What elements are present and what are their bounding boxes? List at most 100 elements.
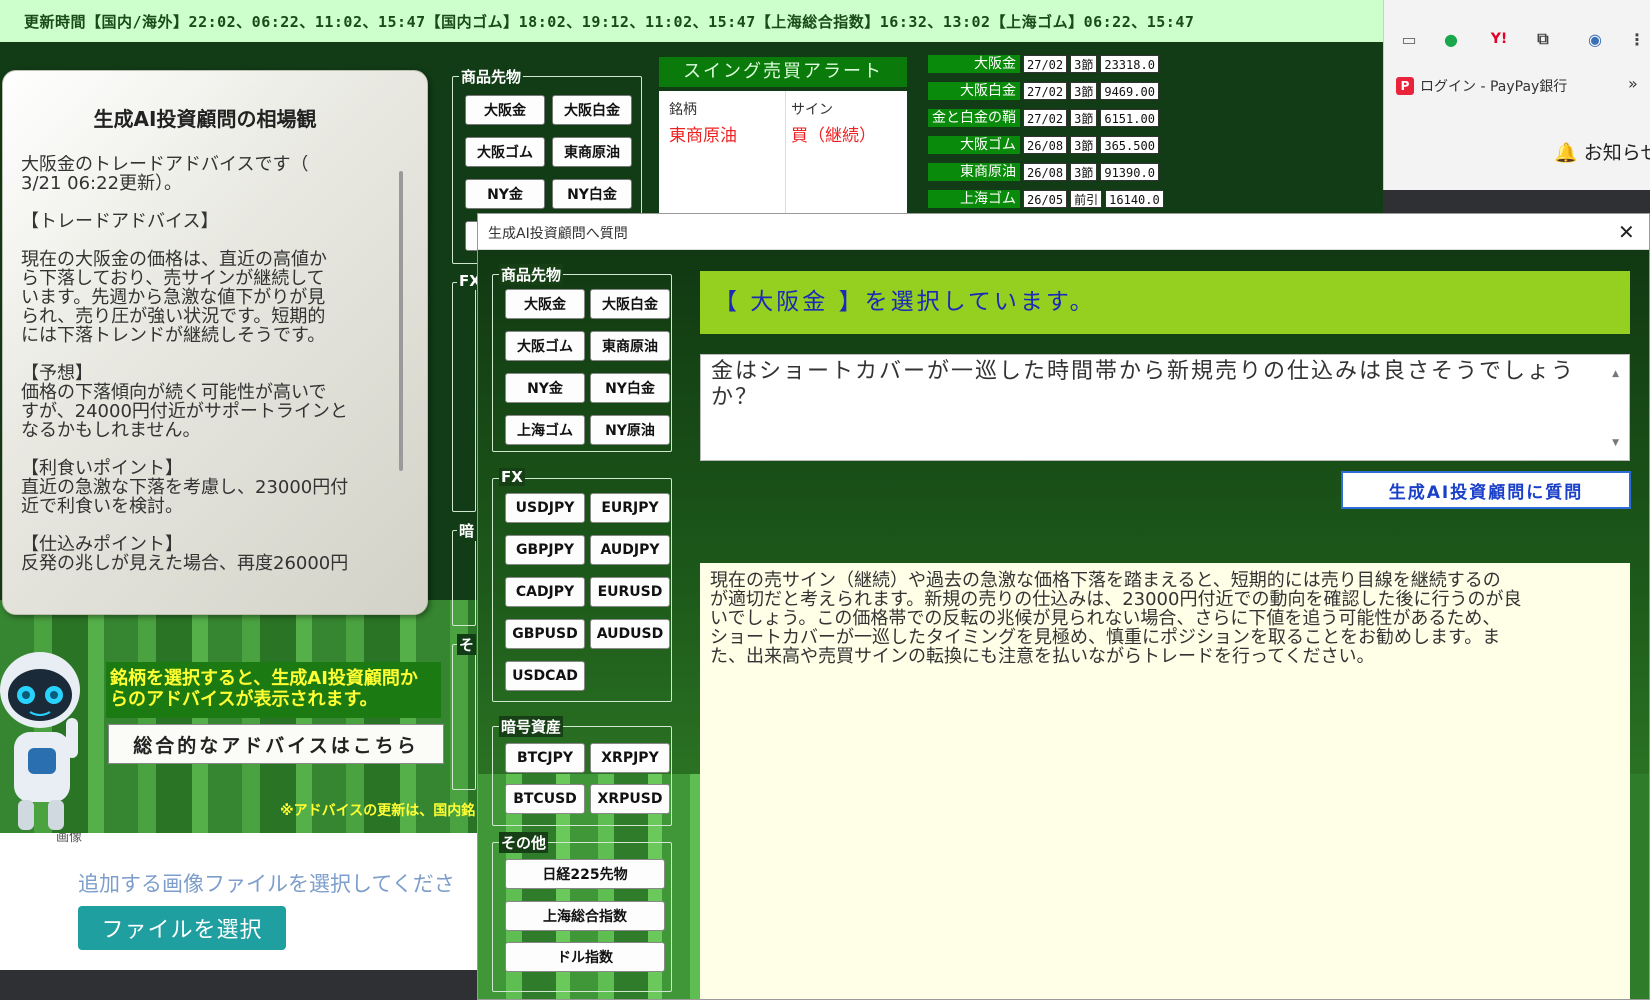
price-name: 大阪白金 bbox=[928, 82, 1020, 100]
price-row: 金と白金の鞘 27/02 3節 6151.00 bbox=[928, 109, 1159, 127]
share-icon[interactable]: ● bbox=[1438, 26, 1464, 52]
price-value: 365.500 bbox=[1100, 136, 1159, 154]
price-row: 大阪金 27/02 3節 23318.0 bbox=[928, 55, 1159, 73]
selected-symbol-banner: 【 大阪金 】を選択しています。 bbox=[700, 271, 1630, 334]
main-other-group: そ bbox=[452, 634, 477, 790]
alert-row-sign: 買（継続） bbox=[791, 126, 876, 146]
price-month: 27/02 bbox=[1023, 55, 1068, 73]
price-name: 東商原油 bbox=[928, 163, 1020, 181]
dialog-titlebar[interactable]: 生成AI投資顧問へ質問 ✕ bbox=[478, 214, 1649, 250]
main-other-group-label: そ bbox=[457, 634, 477, 655]
btn-gbpjpy[interactable]: GBPJPY bbox=[505, 535, 585, 565]
price-month: 27/02 bbox=[1023, 82, 1068, 100]
btn-osaka-platinum[interactable]: 大阪白金 bbox=[590, 289, 670, 319]
bookmark-paypay[interactable]: P ログイン - PayPay銀行 bbox=[1396, 76, 1567, 96]
price-row: 大阪ゴム 26/08 3節 365.500 bbox=[928, 136, 1159, 154]
main-crypto-group: 暗 bbox=[452, 520, 477, 626]
btn-usdjpy[interactable]: USDJPY bbox=[505, 493, 585, 523]
close-icon[interactable]: ✕ bbox=[1618, 220, 1635, 244]
btn-ny-crude[interactable]: NY原油 bbox=[590, 415, 670, 445]
notification-link[interactable]: 🔔 お知らせ bbox=[1554, 138, 1650, 165]
dialog-title: 生成AI投資顧問へ質問 bbox=[488, 226, 628, 242]
price-name: 大阪ゴム bbox=[928, 136, 1020, 154]
answer-textbox[interactable]: 現在の売サイン（継続）や過去の急激な価格下落を踏まえると、短期的には売り目線を継… bbox=[700, 563, 1630, 999]
overall-advice-button[interactable]: 総合的なアドバイスはこちら bbox=[108, 724, 444, 764]
btn-audusd[interactable]: AUDUSD bbox=[590, 619, 670, 649]
btn-eurusd[interactable]: EURUSD bbox=[590, 577, 670, 607]
price-month: 27/02 bbox=[1023, 109, 1068, 127]
main-btn-ny-platinum[interactable]: NY白金 bbox=[552, 179, 632, 209]
dialog-other-group: その他 日経225先物 上海総合指数 ドル指数 bbox=[492, 832, 672, 992]
bookmarks-more-button[interactable]: » bbox=[1628, 74, 1638, 93]
btn-ny-gold[interactable]: NY金 bbox=[505, 373, 585, 403]
price-row: 大阪白金 27/02 3節 9469.00 bbox=[928, 82, 1159, 100]
btn-gbpusd[interactable]: GBPUSD bbox=[505, 619, 585, 649]
dialog-commodity-label: 商品先物 bbox=[499, 264, 564, 285]
btn-shanghai-composite[interactable]: 上海総合指数 bbox=[505, 901, 665, 931]
advisor-body[interactable]: 大阪金のトレードアドバイスです（ 3/21 06:22更新）。 【トレードアドバ… bbox=[21, 155, 371, 595]
ask-advisor-button[interactable]: 生成AI投資顧問に質問 bbox=[1341, 471, 1631, 509]
alert-grid-line bbox=[785, 91, 786, 215]
btn-tocom-crude[interactable]: 東商原油 bbox=[590, 331, 670, 361]
scroll-down-icon[interactable]: ▼ bbox=[1612, 430, 1621, 456]
advisor-scrollbar[interactable] bbox=[399, 171, 403, 471]
profile-icon[interactable]: ◉ bbox=[1582, 26, 1608, 52]
dialog-fx-group: FX USDJPY EURJPY GBPJPY AUDJPY CADJPY EU… bbox=[492, 468, 672, 702]
swing-alert-table[interactable]: 銘柄 サイン 東商原油 買（継続） bbox=[659, 91, 907, 215]
scroll-up-icon[interactable]: ▲ bbox=[1612, 361, 1621, 387]
file-hint-text: 追加する画像ファイルを選択してくださ bbox=[78, 872, 455, 896]
menu-icon[interactable]: ⋮ bbox=[1624, 26, 1650, 52]
advice-instruction-label: 銘柄を選択すると、生成AI投資顧問か らのアドバイスが表示されます。 bbox=[110, 668, 418, 710]
btn-btcusd[interactable]: BTCUSD bbox=[505, 784, 585, 814]
update-note: ※アドバイスの更新は、国内銘 bbox=[280, 803, 476, 819]
btn-shanghai-rubber[interactable]: 上海ゴム bbox=[505, 415, 585, 445]
main-btn-osaka-gold[interactable]: 大阪金 bbox=[465, 95, 545, 125]
update-times-bar: 更新時間【国内/海外】22:02、06:22、11:02、15:47【国内ゴム】… bbox=[0, 0, 1383, 42]
btn-xrpusd[interactable]: XRPUSD bbox=[590, 784, 670, 814]
btn-ny-platinum[interactable]: NY白金 bbox=[590, 373, 670, 403]
price-month: 26/08 bbox=[1023, 136, 1068, 154]
extension-icon[interactable]: ⧉ bbox=[1530, 26, 1556, 52]
main-commodity-group-label: 商品先物 bbox=[459, 66, 524, 87]
ask-advisor-dialog: 生成AI投資顧問へ質問 ✕ 商品先物 大阪金 大阪白金 大阪ゴム 東商原油 NY… bbox=[477, 213, 1650, 1000]
main-btn-ny-gold[interactable]: NY金 bbox=[465, 179, 545, 209]
btn-nikkei225[interactable]: 日経225先物 bbox=[505, 859, 665, 889]
notification-label: お知らせ bbox=[1583, 142, 1650, 164]
btn-osaka-rubber[interactable]: 大阪ゴム bbox=[505, 331, 585, 361]
robot-mascot-icon bbox=[0, 652, 80, 830]
price-session: 3節 bbox=[1070, 55, 1098, 73]
price-month: 26/05 bbox=[1023, 190, 1068, 208]
price-session: 3節 bbox=[1070, 136, 1098, 154]
dialog-fx-label: FX bbox=[499, 468, 525, 486]
btn-usdcad[interactable]: USDCAD bbox=[505, 661, 585, 691]
dialog-other-label: その他 bbox=[499, 832, 549, 853]
swing-alert-panel: スイング売買アラート 銘柄 サイン 東商原油 買（継続） bbox=[659, 57, 907, 215]
choose-file-button[interactable]: ファイルを選択 bbox=[78, 906, 286, 950]
btn-cadjpy[interactable]: CADJPY bbox=[505, 577, 585, 607]
price-row: 上海ゴム 26/05 前引 16140.0 bbox=[928, 190, 1164, 208]
price-session: 3節 bbox=[1070, 163, 1098, 181]
message-icon[interactable]: ▭ bbox=[1396, 26, 1422, 52]
main-btn-tocom-crude[interactable]: 東商原油 bbox=[552, 137, 632, 167]
question-textarea[interactable]: 金はショートカバーが一巡した時間帯から新規売りの仕込みは良さそうでしょうか？ ▲… bbox=[700, 354, 1630, 461]
price-session: 前引 bbox=[1070, 190, 1103, 208]
main-btn-osaka-platinum[interactable]: 大阪白金 bbox=[552, 95, 632, 125]
btn-audjpy[interactable]: AUDJPY bbox=[590, 535, 670, 565]
btn-btcjpy[interactable]: BTCJPY bbox=[505, 743, 585, 773]
main-btn-osaka-rubber[interactable]: 大阪ゴム bbox=[465, 137, 545, 167]
price-name: 大阪金 bbox=[928, 55, 1020, 73]
alert-row-symbol: 東商原油 bbox=[669, 126, 737, 146]
price-session: 3節 bbox=[1070, 109, 1098, 127]
alert-col-sign: サイン bbox=[791, 102, 833, 118]
bell-icon: 🔔 bbox=[1554, 142, 1578, 164]
btn-osaka-gold[interactable]: 大阪金 bbox=[505, 289, 585, 319]
yahoo-icon[interactable]: Y! bbox=[1486, 26, 1512, 52]
alert-col-symbol: 銘柄 bbox=[669, 102, 697, 118]
question-text: 金はショートカバーが一巡した時間帯から新規売りの仕込みは良さそうでしょうか？ bbox=[711, 359, 1576, 410]
browser-toolbar: ▭ ● Y! ⧉ ◉ ⋮ P ログイン - PayPay銀行 » 🔔 お知らせ bbox=[1383, 0, 1650, 190]
advisor-title: 生成AI投資顧問の相場観 bbox=[93, 107, 317, 131]
btn-xrpjpy[interactable]: XRPJPY bbox=[590, 743, 670, 773]
btn-eurjpy[interactable]: EURJPY bbox=[590, 493, 670, 523]
btn-dollar-index[interactable]: ドル指数 bbox=[505, 942, 665, 972]
price-value: 16140.0 bbox=[1105, 190, 1164, 208]
